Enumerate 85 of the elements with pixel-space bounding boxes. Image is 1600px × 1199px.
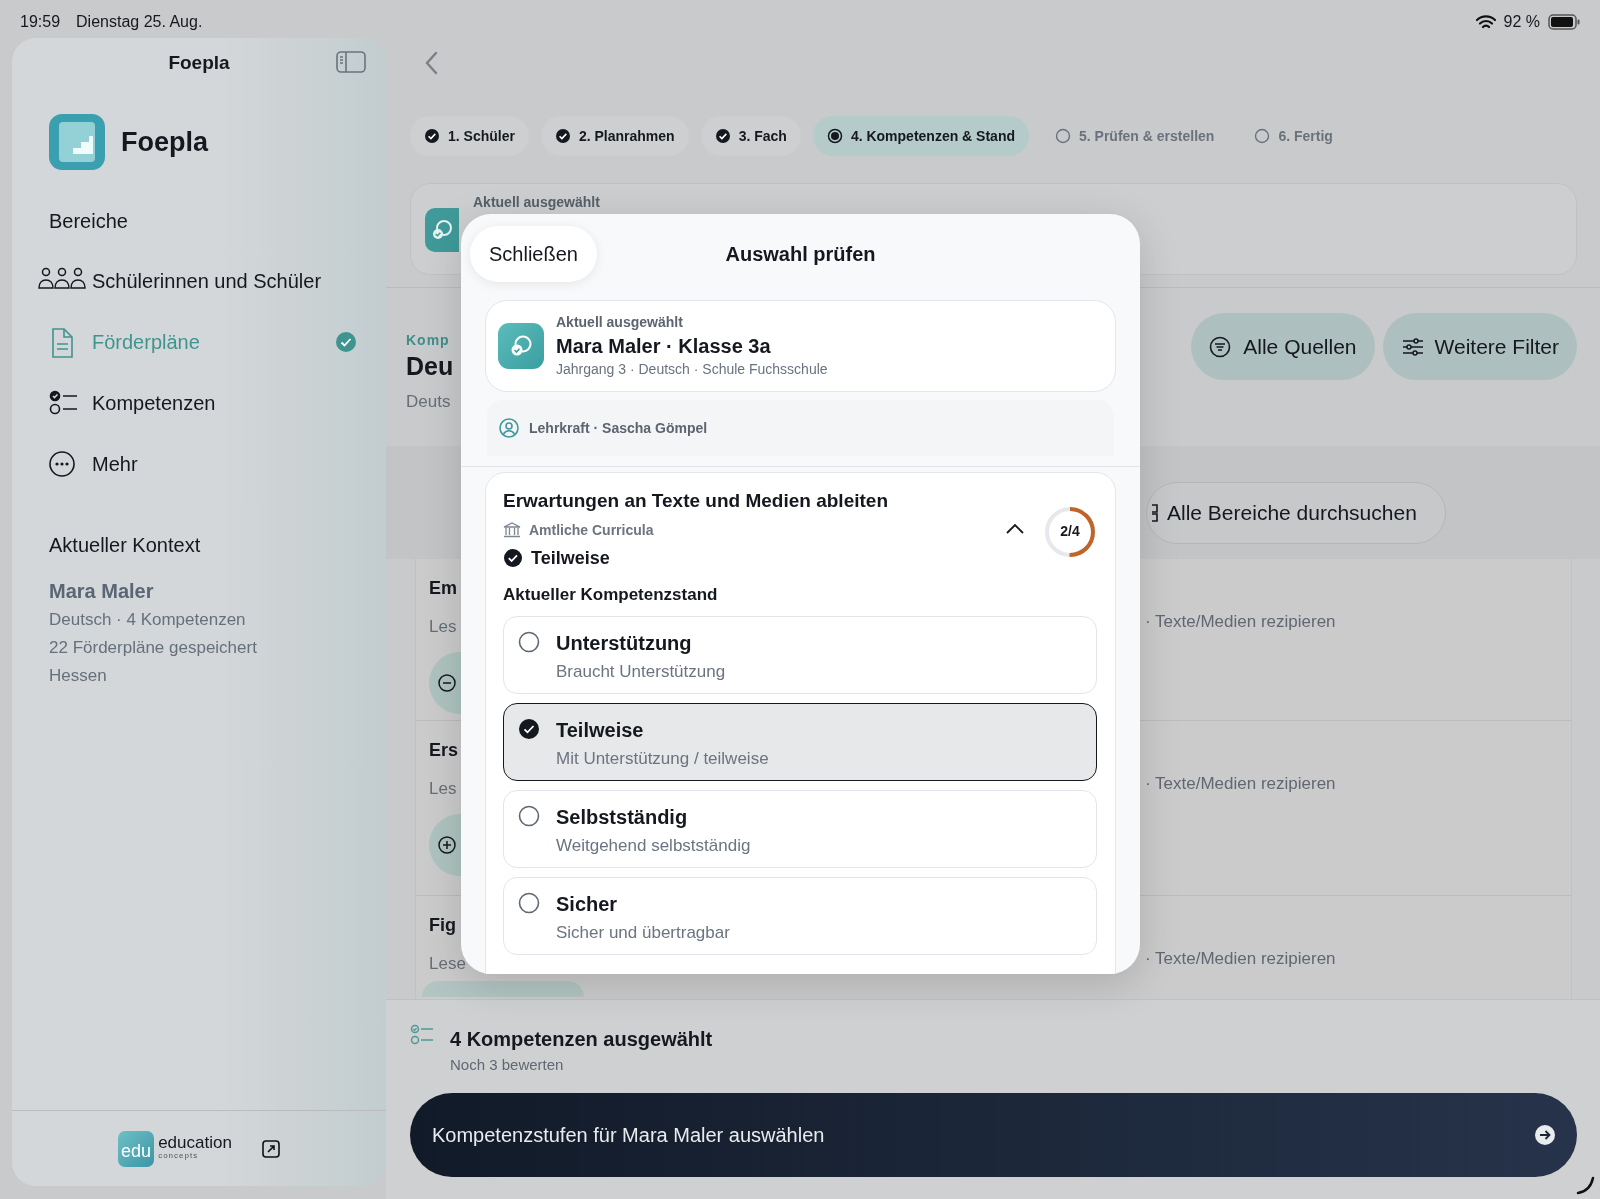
context-detail: 22 Förderpläne gespeichert [49, 637, 258, 659]
row-title: Ers [429, 739, 460, 762]
search-button[interactable]: Alle Bereiche durchsuchen [1146, 482, 1446, 544]
check-badge-icon [336, 331, 356, 352]
level-option[interactable]: Unterstützung Braucht Unterstützung [503, 616, 1097, 694]
row-meta: · Texte/Medien rezipieren [1145, 611, 1336, 633]
check-circle-icon [554, 128, 571, 144]
sidebar-toggle-icon[interactable] [336, 51, 366, 73]
step-tab[interactable]: 4. Kompetenzen & Stand [812, 116, 1029, 156]
teacher-name: Lehrkraft · Sascha Gömpel [529, 418, 708, 438]
level-option[interactable]: Selbstständig Weitgehend selbstständig [503, 790, 1097, 868]
section-title: Aktueller Kontext [49, 533, 202, 558]
sidebar-title: Foepla [168, 50, 230, 75]
minus-circle-icon [438, 673, 456, 692]
check-circle-icon [424, 128, 440, 144]
person-check-icon [509, 334, 533, 358]
row-title: Em [429, 577, 458, 600]
card-label: Aktuell ausgewählt [556, 313, 684, 332]
logo-mark: edu [118, 1130, 155, 1167]
battery-percent: 92 % [1503, 12, 1540, 32]
competence-title: Erwartungen an Texte und Medien ableiten [503, 489, 889, 513]
context-detail: Hessen [49, 665, 108, 687]
empty-circle-icon [1055, 128, 1071, 144]
close-button[interactable]: Schließen [470, 225, 597, 282]
radio-icon [518, 805, 540, 827]
status-label: Teilweise [531, 546, 610, 570]
row-meta: · Texte/Medien rezipieren [1145, 948, 1336, 970]
progress-text: 2/4 [1059, 522, 1081, 541]
radio-icon [518, 631, 540, 653]
row-meta: · Texte/Medien rezipieren [1145, 773, 1336, 795]
filter-icon [1209, 335, 1232, 358]
section-subtitle: Deuts [406, 391, 452, 413]
sliders-icon [1400, 335, 1423, 358]
step-tab[interactable]: 2. Planrahmen [540, 116, 689, 156]
empty-circle-icon [1254, 128, 1271, 144]
level-option[interactable]: Teilweise Mit Unterstützung / teilweise [503, 703, 1097, 781]
radio-checked-icon [518, 718, 540, 740]
battery-icon [1548, 14, 1580, 30]
row-subtitle: Les [429, 778, 458, 800]
context-name: Mara Maler [49, 579, 155, 604]
sidebar-item[interactable]: Kompetenzen [38, 372, 386, 433]
logo-tagline: concepts [158, 1150, 200, 1162]
row-subtitle: Lese [429, 953, 467, 975]
level-option[interactable]: Sicher Sicher und übertragbar [503, 877, 1097, 955]
bank-icon [503, 521, 521, 539]
arrow-circle-icon [1535, 1124, 1555, 1145]
status-date: Dienstag 25. Aug. [76, 12, 203, 32]
radio-icon [518, 892, 540, 914]
filter-button[interactable]: Alle Quellen [1191, 313, 1375, 380]
levels-title: Aktueller Kompetenzstand [503, 583, 719, 606]
row-subtitle: Les [429, 616, 458, 638]
logo-name: education [158, 1135, 232, 1150]
section-title: Deu [406, 351, 455, 381]
summary-subtitle: Noch 3 bewerten [450, 1055, 565, 1075]
check-circle-icon [714, 128, 731, 144]
step-tab[interactable]: 1. Schüler [410, 116, 529, 156]
card-label: Aktuell ausgewählt [473, 193, 600, 212]
section-eyebrow: Komp [406, 331, 451, 350]
person-check-icon [431, 219, 453, 241]
plus-circle-icon [438, 835, 456, 854]
context-detail: Deutsch · 4 Kompetenzen [49, 609, 247, 631]
sidebar-item[interactable]: Schülerinnen und Schüler [38, 250, 386, 311]
sidebar-item[interactable]: Mehr [38, 433, 386, 494]
app-name: Foepla [121, 125, 208, 159]
student-details: Jahrgang 3 · Deutsch · Schule Fuchsschule [556, 360, 828, 379]
filter-button[interactable]: Weitere Filter [1382, 313, 1577, 380]
student-name: Mara Maler · Klasse 3a [556, 334, 772, 359]
wifi-icon [1475, 14, 1496, 30]
external-link-icon[interactable] [261, 1139, 280, 1158]
source-label: Amtliche Curricula [529, 520, 654, 540]
primary-button[interactable]: Kompetenzstufen für Mara Maler auswählen [410, 1092, 1577, 1177]
modal-title: Auswahl prüfen [725, 241, 876, 267]
summary-title: 4 Kompetenzen ausgewählt [450, 1027, 713, 1052]
checklist-icon [410, 1024, 434, 1046]
person-circle-icon [499, 418, 519, 438]
step-tab[interactable]: 3. Fach [700, 116, 801, 156]
grid-icon [1151, 503, 1159, 523]
row-title: Fig [429, 914, 457, 937]
check-circle-icon [503, 548, 523, 568]
corner-arc-icon [1576, 1175, 1596, 1195]
radio-dot-icon [826, 128, 843, 144]
status-time: 19:59 [20, 12, 61, 32]
chevron-up-icon[interactable] [1005, 523, 1025, 535]
section-title: Bereiche [49, 209, 129, 234]
app-icon [49, 114, 105, 170]
